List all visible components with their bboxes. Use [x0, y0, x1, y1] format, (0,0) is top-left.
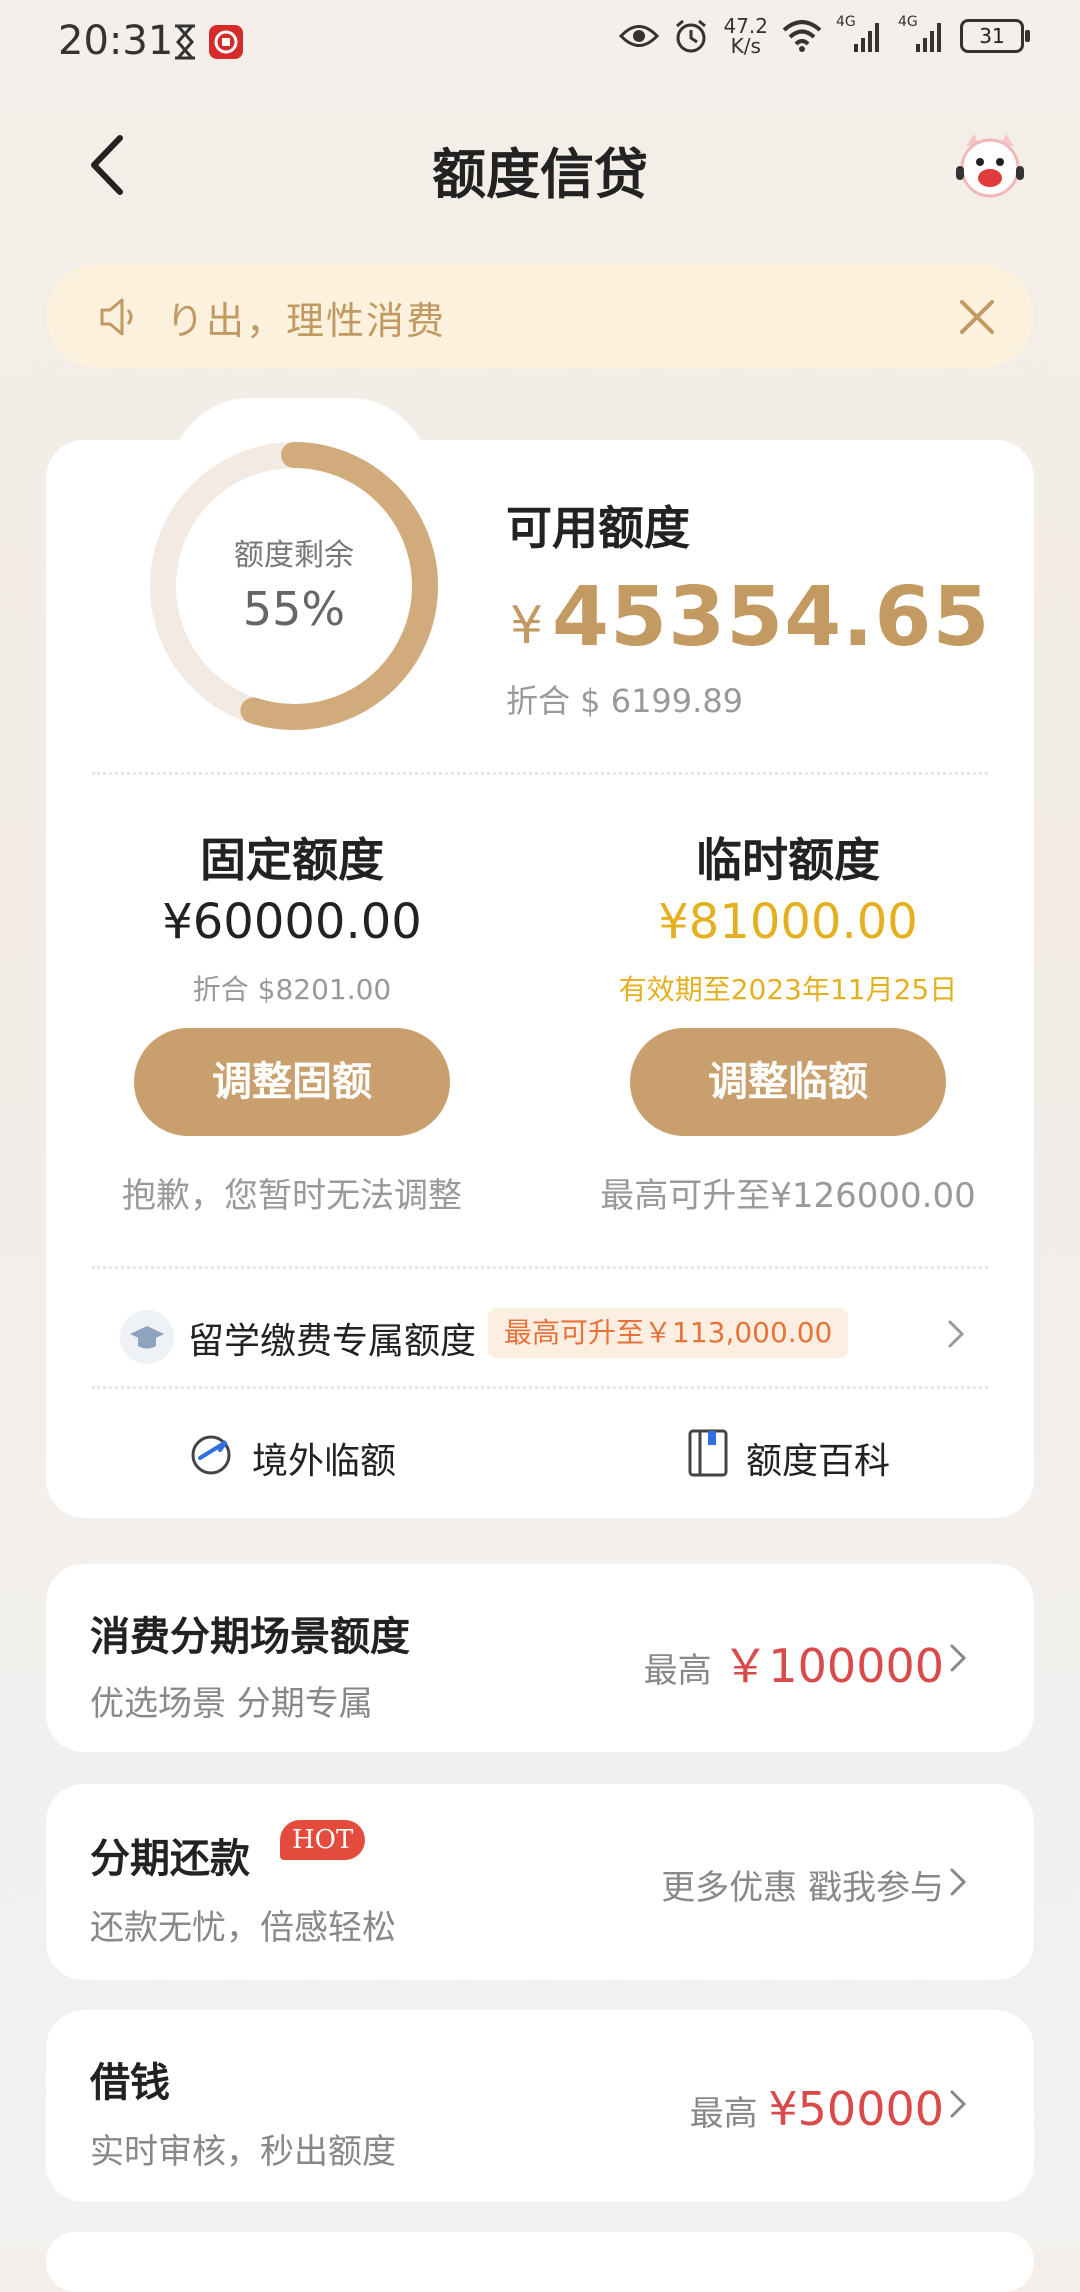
net-speed: 47.2 K/s [723, 14, 768, 58]
temp-credit-amount: ¥81000.00 [658, 894, 918, 950]
overseas-temp-link[interactable]: 境外临额 [252, 1432, 396, 1484]
card-right-value: 最高 ￥100000 [643, 1639, 944, 1693]
next-card-partial [46, 2232, 1034, 2292]
hot-badge: HOT [280, 1820, 366, 1860]
battery-indicator: 31 [960, 19, 1030, 53]
borrow-money-card[interactable]: 借钱 实时审核，秒出额度 最高 ¥50000 [46, 2010, 1034, 2202]
eye-icon [619, 25, 660, 47]
temp-credit-title: 临时额度 [696, 833, 880, 887]
close-icon[interactable] [952, 292, 1002, 342]
speaker-icon [100, 298, 133, 336]
wifi-icon [782, 20, 822, 52]
card-promo-text: 更多优惠 戳我参与 [661, 1868, 944, 1908]
adjust-temp-button[interactable]: 调整临额 [630, 1028, 946, 1136]
card-subtitle: 优选场景 分期专属 [90, 1684, 373, 1724]
graduation-cap-icon [120, 1310, 174, 1364]
mascot-avatar-icon[interactable] [952, 130, 1028, 206]
signal-2-icon: 4G [898, 14, 946, 54]
ring-label: 额度剩余 [234, 538, 354, 573]
fixed-credit-note: 抱歉，您暂时无法调整 [122, 1176, 462, 1216]
available-credit-amount: 45354.65 [552, 570, 991, 665]
alarm-icon [676, 19, 707, 53]
bank-app-icon [209, 25, 243, 59]
card-subtitle: 实时审核，秒出额度 [90, 2132, 396, 2172]
chevron-right-icon [950, 1868, 967, 1896]
adjust-fixed-button[interactable]: 调整固额 [134, 1028, 450, 1136]
study-abroad-label: 留学缴费专属额度 [188, 1321, 477, 1362]
ring-percent: 55% [242, 582, 346, 636]
fixed-credit-title: 固定额度 [200, 833, 384, 887]
hourglass-icon [175, 24, 195, 60]
status-time: 20:31 [58, 18, 174, 64]
temp-credit-note: 最高可升至¥126000.00 [600, 1176, 976, 1216]
available-usd-equiv: 折合 $ 6199.89 [506, 682, 744, 720]
card-title: 借钱 [90, 2060, 170, 2106]
page-title: 额度信贷 [432, 143, 648, 206]
globe-plane-icon [191, 1435, 231, 1475]
card-subtitle: 还款无忧，倍感轻松 [90, 1908, 396, 1948]
chevron-right-icon [948, 1320, 965, 1348]
temp-credit-expiry: 有效期至2023年11月25日 [618, 973, 958, 1006]
card-title: 分期还款 [90, 1836, 250, 1882]
study-abroad-badge: 最高可升至￥113,000.00 [488, 1308, 849, 1358]
signal-1-icon: 4G [836, 14, 884, 54]
status-icons: 47.2 K/s 4G 4G 31 [619, 14, 1030, 58]
card-title: 消费分期场景额度 [90, 1614, 410, 1660]
chevron-right-icon [950, 2090, 967, 2118]
consumer-installment-card[interactable]: 消费分期场景额度 优选场景 分期专属 最高 ￥100000 [46, 1564, 1034, 1752]
divider [92, 772, 988, 775]
credit-wiki-link[interactable]: 额度百科 [746, 1432, 890, 1484]
fixed-credit-amount: ¥60000.00 [162, 894, 422, 950]
installment-repay-card[interactable]: 分期还款 HOT 还款无忧，倍感轻松 更多优惠 戳我参与 [46, 1784, 1034, 1980]
book-icon [688, 1429, 728, 1477]
divider [92, 1386, 988, 1389]
fixed-credit-usd: 折合 $8201.00 [192, 973, 392, 1006]
currency-symbol: ¥ [510, 596, 544, 656]
notice-text: り出，理性消费 [166, 299, 447, 343]
divider [92, 1266, 988, 1269]
available-credit-label: 可用额度 [506, 501, 690, 555]
chevron-right-icon [950, 1644, 967, 1672]
card-right-value: 最高 ¥50000 [689, 2082, 944, 2136]
